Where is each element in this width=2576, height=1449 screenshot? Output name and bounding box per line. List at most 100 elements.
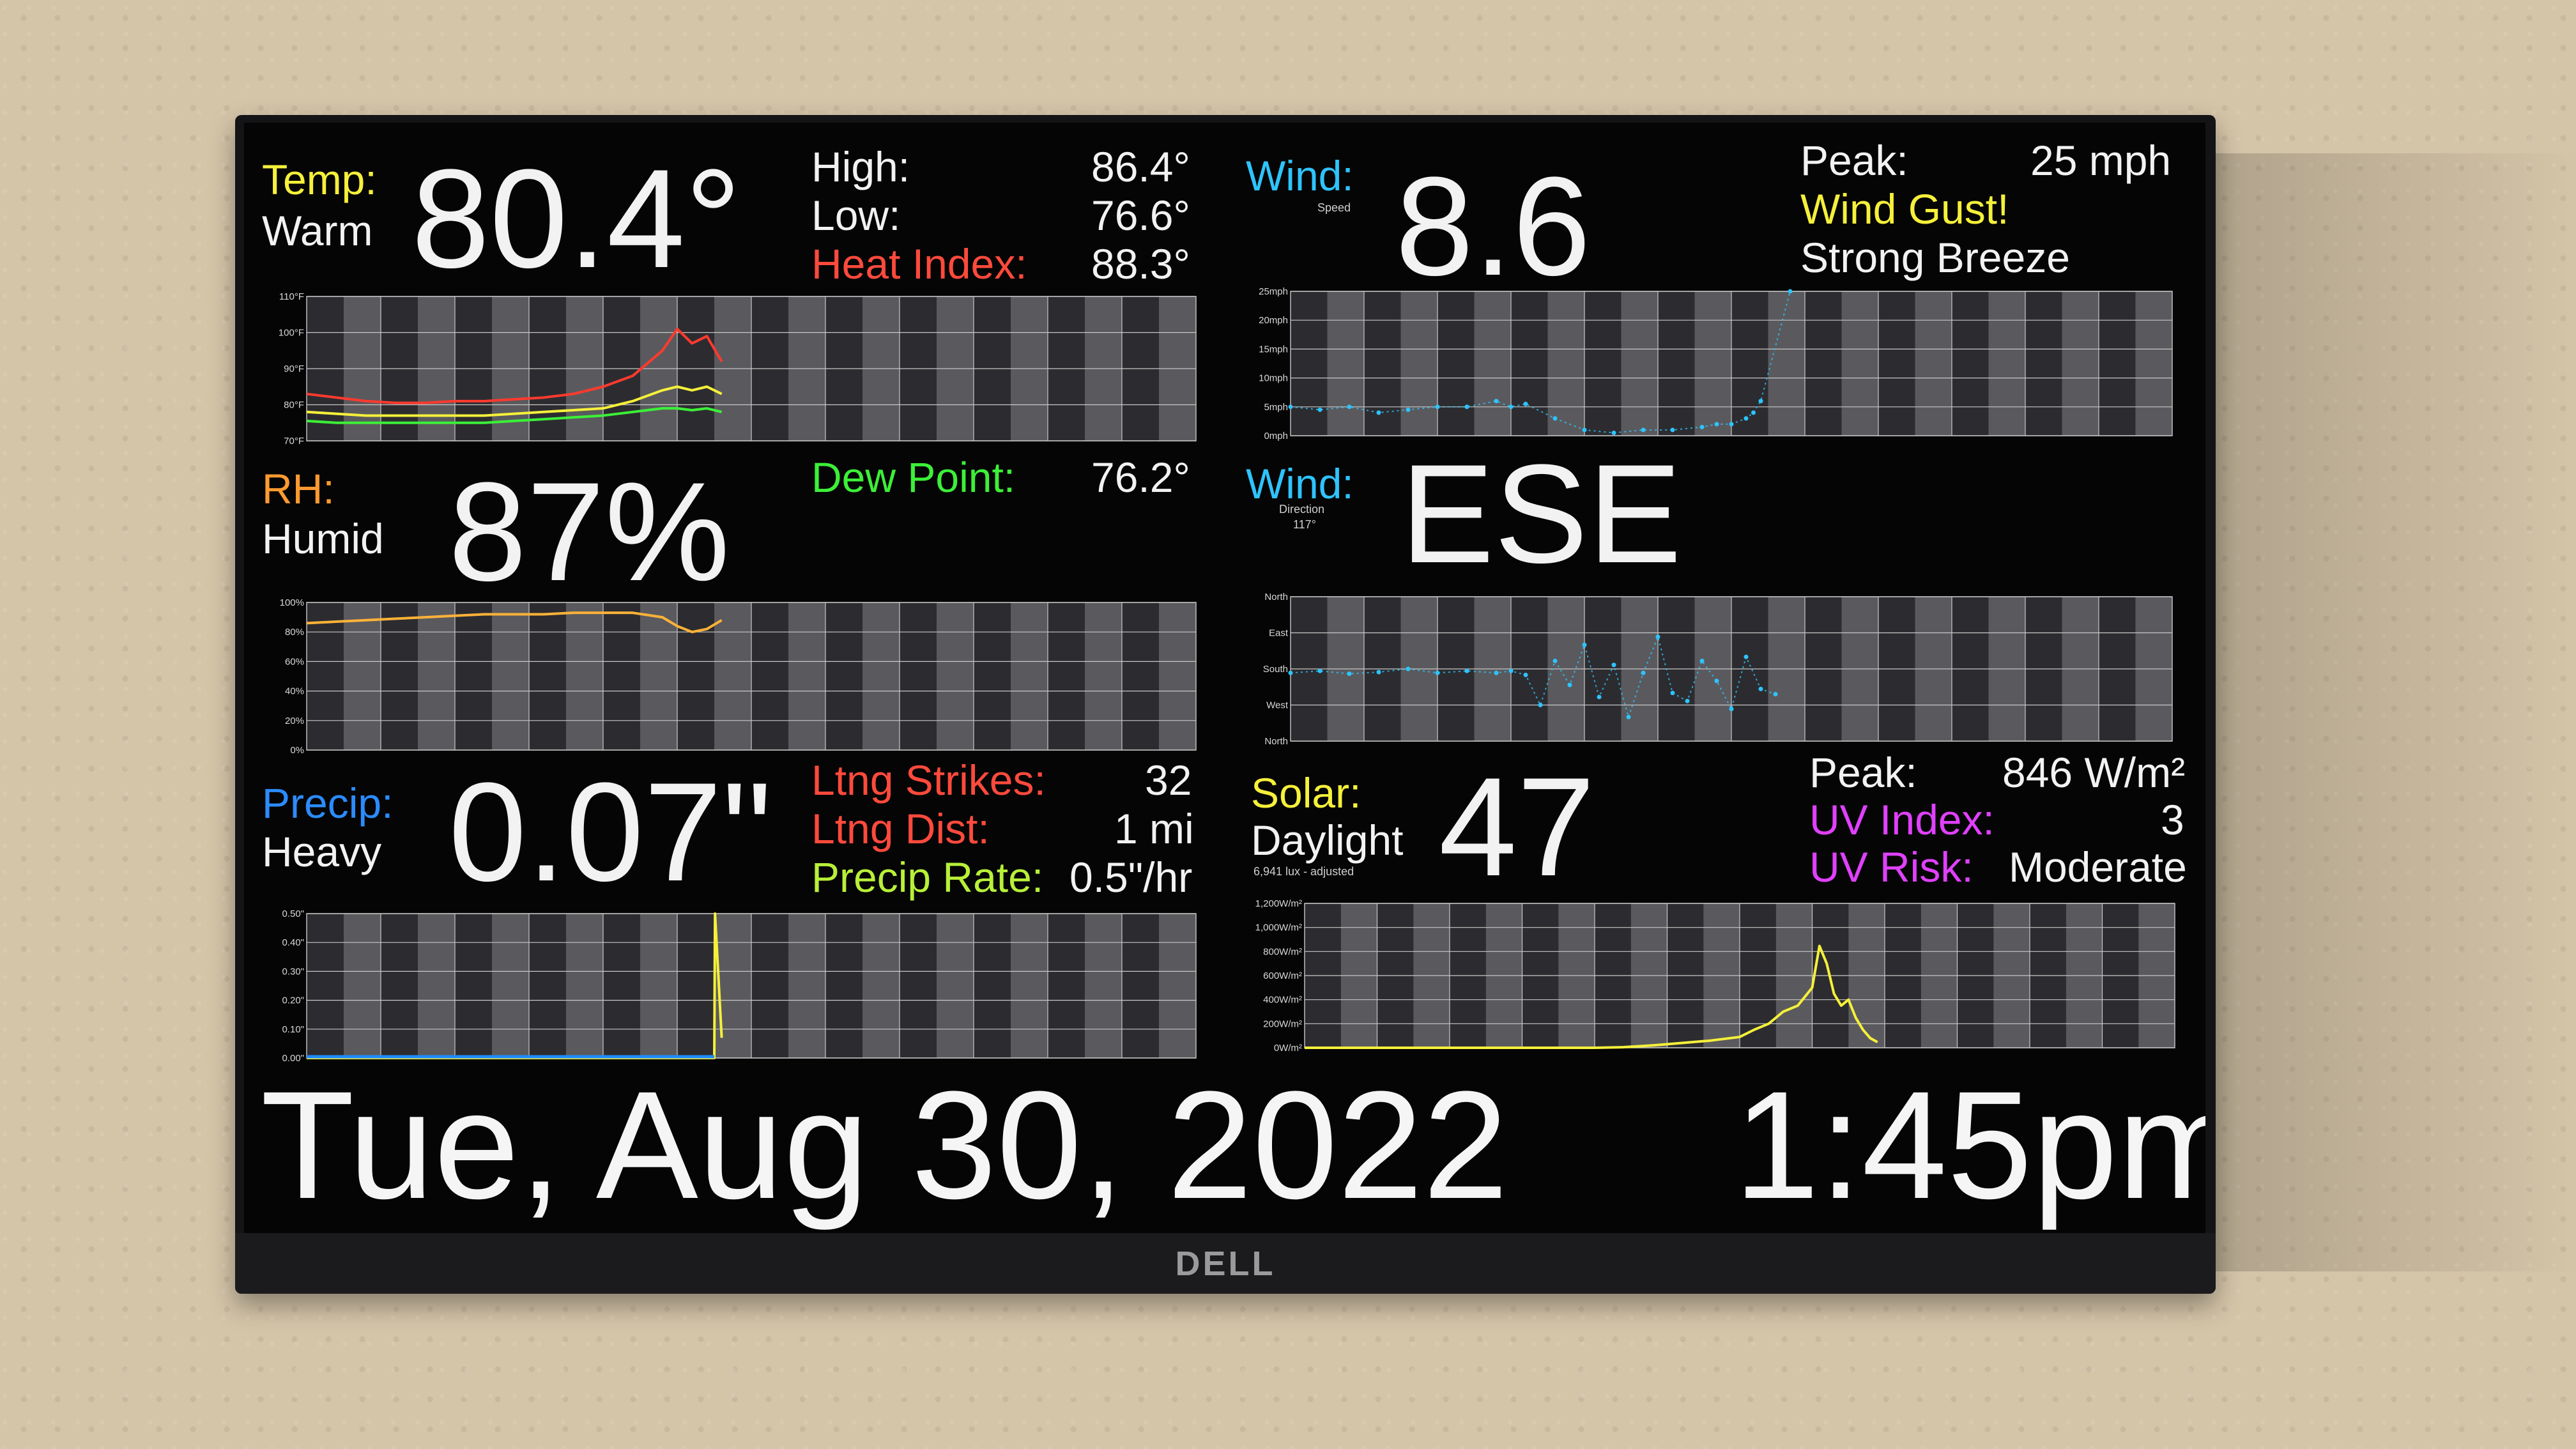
y-tick-label: 25mph [1259,288,1288,297]
chart-band [1511,291,1548,436]
wind-speed-chart: 25mph 20mph 15mph 10mph 5mph 0mph [1246,288,2176,441]
wind_direction-chart-svg: North East South West North [1263,593,2173,746]
chart-band [603,602,640,750]
chart-band [1547,291,1584,436]
humidity-chart: 100% 80% 60% 40% 20% 0% [262,599,1200,755]
y-tick-label: 400W/m² [1263,995,1302,1006]
chart-band [751,914,788,1058]
y-tick-label: 0mph [1264,431,1288,441]
data-point [1773,692,1778,697]
heat-index-value: 88.3° [1091,240,1190,288]
solar-chart-svg: 1,200W/m² 1,000W/m² 800W/m² 600W/m² 400W/m² 2… [1255,900,2175,1053]
chart-band [2135,291,2172,436]
chart-band [381,602,418,750]
chart-band [307,914,344,1058]
chart-band [1291,291,1328,436]
chart-band [788,602,825,750]
y-tick-label: 70°F [284,436,304,446]
uv-risk-label: UV Risk: [1809,843,1974,891]
chart-band [1011,914,1048,1058]
chart-band [640,914,677,1058]
chart-band [418,602,455,750]
wind-description: Strong Breeze [1800,234,2070,281]
chart-band [1805,291,1842,436]
dew-point-value: 76.2° [1091,454,1190,501]
y-tick-label: 0.30" [282,966,304,977]
heat-index-label: Heat Index: [811,240,1027,288]
uv-index-value: 3 [2161,796,2184,843]
y-tick-label: 0.50" [282,910,304,919]
chart-band [1841,291,1878,436]
chart-band [603,914,640,1058]
wind-direction-label: Wind: [1246,460,1354,507]
y-tick-label: 5mph [1264,402,1288,413]
chart-band [1048,914,1085,1058]
y-tick-label: 110°F [279,293,304,302]
dashboard-screen: Temp: Warm 80.4° High: 86.4° Low: 76.6° … [244,123,2205,1233]
precip-value: 0.07" [448,753,772,910]
chart-band [1768,291,1805,436]
chart-band [566,914,603,1058]
chart-band [1159,602,1196,750]
y-tick-label: 20mph [1259,315,1288,326]
chart-band [677,602,714,750]
chart-band [566,602,603,750]
y-tick-label: West [1266,700,1289,711]
chart-band [1048,602,1085,750]
temp-chart-svg: 110°F 100°F 90°F 80°F 70°F [279,293,1197,446]
solar-lux: 6,941 lux - adjusted [1254,865,1354,878]
y-tick-label: 0W/m² [1274,1043,1302,1053]
chart-band [418,914,455,1058]
chart-band [714,602,751,750]
chart-band [344,914,381,1058]
wind-direction-chart: North East South West North [1246,593,2176,746]
precip-condition: Heavy [262,828,382,875]
current-date: Tue, Aug 30, 2022 [261,1059,1508,1230]
wind-peak-label: Peak: [1800,137,1908,184]
temp-condition: Warm [262,207,373,254]
chart-band [1731,291,1768,436]
current-time: 1:45pm [1734,1059,2205,1230]
y-tick-label: South [1263,664,1288,675]
low-value: 76.6° [1091,192,1190,239]
chart-band [2099,291,2136,436]
wind-direction-sublabel: Direction [1279,503,1325,516]
chart-band [825,602,862,750]
dell-logo: DELL [1175,1245,1276,1283]
chart-band [1584,291,1621,436]
chart-band [1085,602,1122,750]
wind-direction-value: ESE [1400,435,1682,592]
chart-band [937,602,974,750]
y-tick-label: 15mph [1259,344,1288,355]
y-tick-label: 80°F [284,400,304,411]
wind-speed-value: 8.6 [1395,148,1591,305]
y-tick-label: 90°F [284,364,304,374]
chart-band [1085,914,1122,1058]
lightning-distance-value: 1 mi [1114,805,1194,852]
monitor: Temp: Warm 80.4° High: 86.4° Low: 76.6° … [235,115,2216,1294]
chart-band [862,914,900,1058]
y-tick-label: 100% [280,599,304,608]
y-tick-label: 80% [285,627,304,638]
chart-band [1658,291,1695,436]
wind-gust-alert: Wind Gust! [1800,185,2009,233]
chart-band [529,914,566,1058]
y-tick-label: 200W/m² [1263,1018,1302,1029]
data-point [1729,707,1734,712]
chart-band [529,602,566,750]
lightning-strikes-label: Ltng Strikes: [811,756,1046,804]
solar-label: Solar: [1251,769,1361,816]
wind-speed-label: Wind: [1246,152,1354,199]
chart-band [2062,291,2099,436]
y-tick-label: 10mph [1259,373,1288,384]
chart-band [1952,291,1989,436]
y-tick-label: 600W/m² [1263,970,1302,981]
chart-band [492,914,529,1058]
uv-index-label: UV Index: [1809,796,1995,843]
wind-speed-sublabel: Speed [1317,201,1351,214]
y-tick-label: 800W/m² [1263,946,1302,957]
precip-rate-label: Precip Rate: [811,854,1044,901]
chart-band [1988,291,2025,436]
chart-band [1915,291,1952,436]
temp-label: Temp: [262,156,377,203]
